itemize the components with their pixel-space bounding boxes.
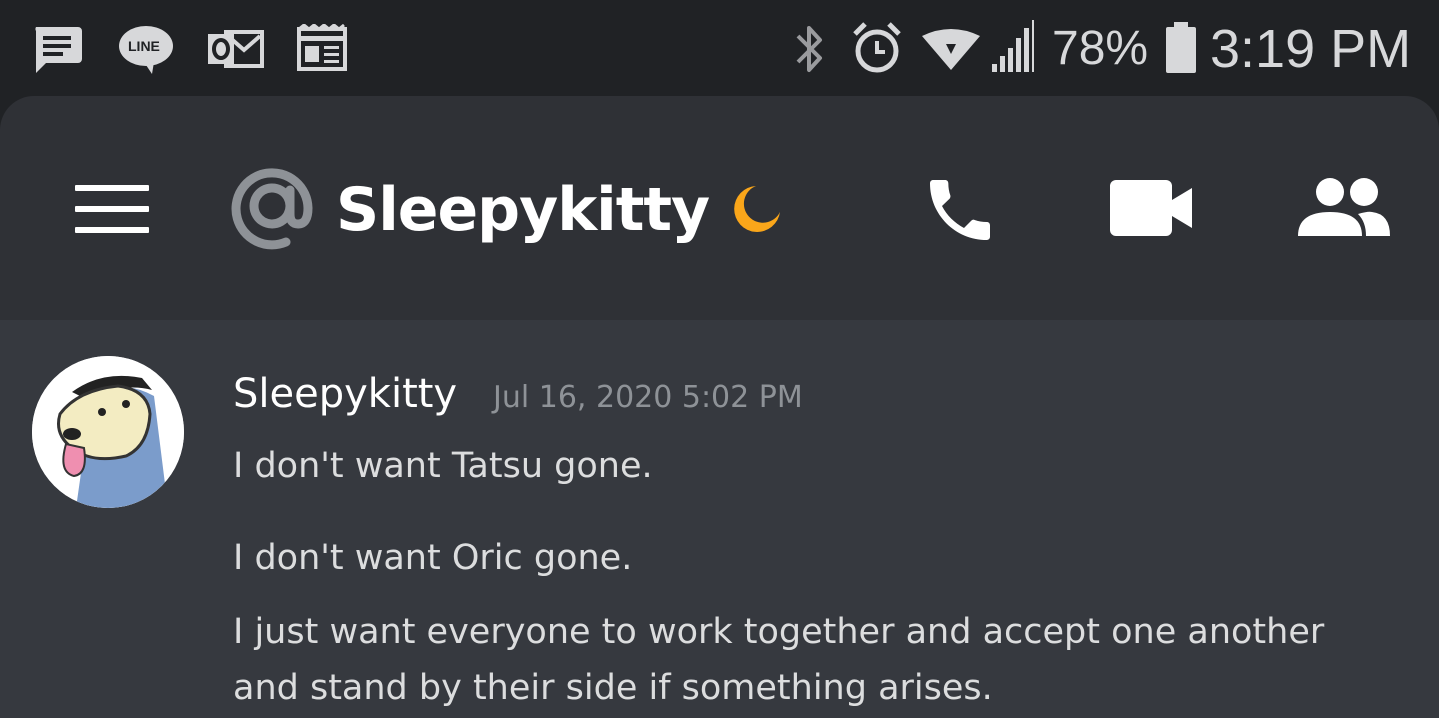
- battery-percent: 78%: [1052, 22, 1149, 75]
- message-line: and stand by their side if something ari…: [233, 668, 993, 708]
- clock: 3:19 PM: [1210, 19, 1412, 79]
- voice-call-icon[interactable]: [920, 170, 1000, 250]
- members-icon[interactable]: [1296, 176, 1392, 240]
- discord-dm-screen: LINE 78% 3:19 PM Sleepykitty Sleepykitty…: [0, 0, 1439, 718]
- outlook-icon: [208, 30, 264, 68]
- signal-icon: [992, 20, 1034, 72]
- bluetooth-icon: [796, 26, 822, 72]
- hamburger-menu-icon[interactable]: [75, 185, 149, 233]
- message-icon: [35, 27, 82, 73]
- message-line: I don't want Tatsu gone.: [233, 446, 653, 486]
- channel-title: Sleepykitty: [336, 175, 710, 245]
- status-bar: LINE 78% 3:19 PM: [0, 0, 1439, 96]
- line-badge: LINE: [128, 38, 160, 54]
- message-author[interactable]: Sleepykitty: [233, 368, 457, 420]
- wifi-icon: [922, 29, 980, 70]
- at-icon: [231, 168, 313, 250]
- idle-status-icon: [734, 186, 780, 232]
- message-line: I just want everyone to work together an…: [233, 612, 1325, 652]
- video-call-icon[interactable]: [1108, 178, 1194, 238]
- battery-icon: [1166, 22, 1196, 73]
- message-timestamp: Jul 16, 2020 5:02 PM: [493, 380, 803, 415]
- otter-avatar-image: [32, 356, 184, 508]
- alarm-icon: [853, 22, 901, 73]
- message-list: Sleepykitty Jul 16, 2020 5:02 PM I don't…: [0, 320, 1439, 718]
- avatar[interactable]: [32, 356, 184, 508]
- news-icon: [297, 24, 347, 71]
- channel-header: Sleepykitty: [0, 96, 1439, 320]
- message-line: I don't want Oric gone.: [233, 538, 633, 578]
